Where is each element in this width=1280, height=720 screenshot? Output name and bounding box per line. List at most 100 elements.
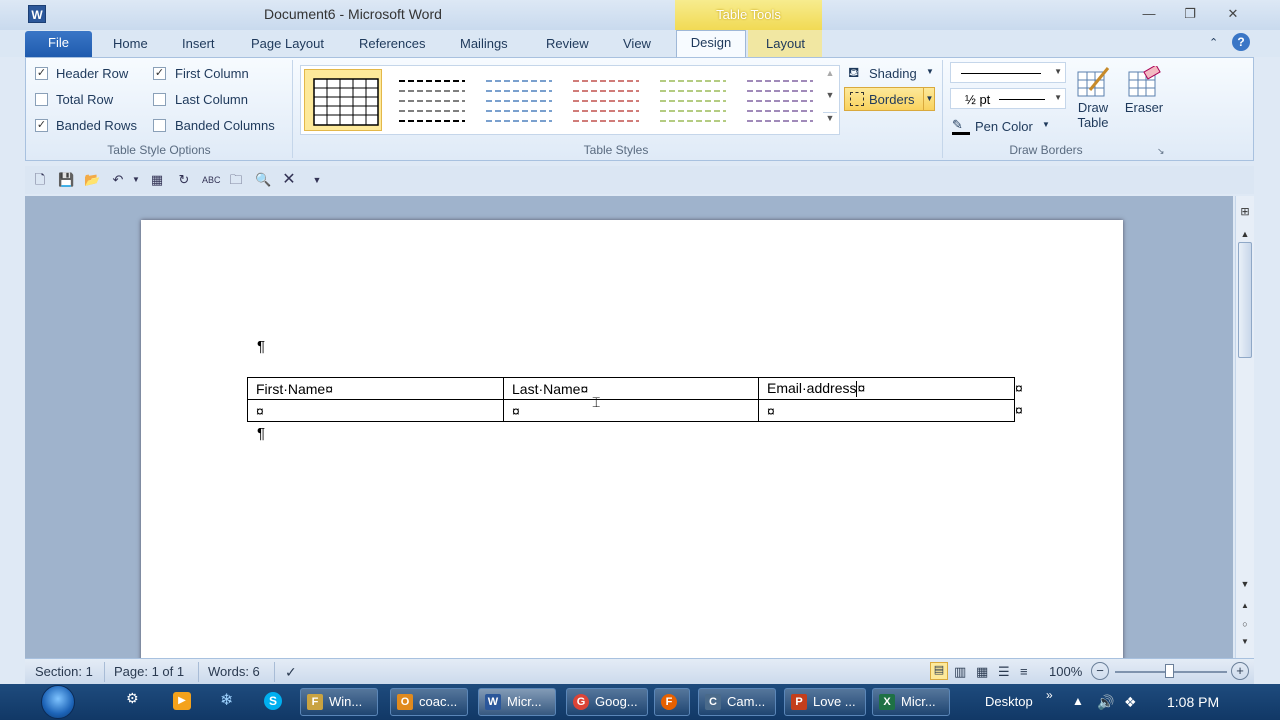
header-row-checkbox[interactable]: ✓	[35, 67, 48, 80]
tab-references[interactable]: References	[359, 35, 425, 57]
scroll-down-icon[interactable]: ▼	[1236, 576, 1254, 592]
zoom-in-icon[interactable]: +	[1231, 662, 1249, 680]
folder-icon[interactable]: 🗀	[228, 172, 244, 188]
taskbar-item-camtasia[interactable]: C Cam...	[698, 688, 776, 716]
last-column-label[interactable]: Last Column	[175, 92, 248, 107]
new-document-icon[interactable]: 🗋	[32, 172, 48, 188]
table-style-purple[interactable]	[739, 69, 817, 131]
borders-button[interactable]: Borders ▼	[844, 87, 935, 111]
table-style-green[interactable]	[652, 69, 730, 131]
taskbar-item-firefox[interactable]: F	[654, 688, 690, 716]
repeat-icon[interactable]: ↻	[176, 172, 192, 188]
gallery-more-icon[interactable]: ▼	[823, 112, 837, 132]
dropdown-arrow-icon[interactable]: ▼	[923, 88, 935, 110]
total-row-label[interactable]: Total Row	[56, 92, 113, 107]
pinned-app-icon[interactable]: ⚙	[126, 690, 146, 712]
tab-layout[interactable]: Layout	[766, 35, 805, 57]
tab-home[interactable]: Home	[113, 35, 148, 57]
gallery-scroll-down-icon[interactable]: ▼	[823, 90, 837, 110]
section-indicator[interactable]: Section: 1	[35, 664, 93, 679]
table-cell[interactable]: ¤	[247, 399, 504, 422]
toolbar-expand-icon[interactable]: »	[1046, 688, 1053, 702]
last-column-checkbox[interactable]	[153, 93, 166, 106]
table-style-grid-selected[interactable]	[304, 69, 382, 131]
document-page[interactable]: ¶ First·Name¤ Last·Name¤ Email·address¤ …	[141, 220, 1123, 658]
print-preview-magnifier-icon[interactable]: 🔍	[255, 172, 271, 188]
open-folder-icon[interactable]: 📂	[84, 172, 100, 188]
word-app-icon[interactable]: W	[28, 5, 46, 23]
taskbar-item-word[interactable]: W Micr...	[478, 688, 556, 716]
tab-file[interactable]: File	[25, 31, 92, 57]
start-button[interactable]	[36, 684, 80, 720]
taskbar-item-powerpoint[interactable]: P Love ...	[784, 688, 866, 716]
table-style-blue[interactable]	[478, 69, 556, 131]
previous-page-icon[interactable]: ▲	[1236, 598, 1254, 614]
banded-columns-checkbox[interactable]	[153, 119, 166, 132]
table-cell[interactable]: Email·address¤	[758, 377, 1015, 400]
taskbar-item-explorer[interactable]: F Win...	[300, 688, 378, 716]
help-icon[interactable]: ?	[1232, 33, 1250, 51]
first-column-checkbox[interactable]: ✓	[153, 67, 166, 80]
line-weight-select[interactable]: ½ pt ▼	[950, 88, 1066, 109]
save-icon[interactable]: 💾	[58, 172, 74, 188]
tab-view[interactable]: View	[623, 35, 651, 57]
proofing-icon[interactable]: ✓	[285, 664, 297, 681]
page-indicator[interactable]: Page: 1 of 1	[114, 664, 184, 679]
dialog-launcher-icon[interactable]: ↘	[1157, 146, 1165, 157]
system-clock[interactable]: 1:08 PM	[1167, 694, 1219, 710]
table-cell[interactable]: Last·Name¤	[503, 377, 759, 400]
zoom-slider-handle[interactable]	[1165, 664, 1174, 678]
document-table[interactable]: First·Name¤ Last·Name¤ Email·address¤ ¤ …	[247, 377, 1015, 422]
tab-review[interactable]: Review	[546, 35, 589, 57]
tray-overflow-icon[interactable]: ▲	[1072, 694, 1084, 708]
web-layout-icon[interactable]: ▦	[976, 664, 988, 680]
banded-rows-checkbox[interactable]: ✓	[35, 119, 48, 132]
desktop-toolbar-label[interactable]: Desktop	[985, 694, 1033, 709]
undo-icon[interactable]: ↶	[110, 172, 126, 188]
minimize-button[interactable]: —	[1138, 5, 1160, 23]
tab-insert[interactable]: Insert	[182, 35, 215, 57]
restore-button[interactable]: ❐	[1179, 5, 1201, 23]
total-row-checkbox[interactable]	[35, 93, 48, 106]
outline-icon[interactable]: ☰	[998, 664, 1010, 680]
vertical-scrollbar[interactable]: ⊞ ▲ ▼ ▲ ○ ▼	[1235, 196, 1254, 658]
media-player-icon[interactable]: ▶	[173, 692, 191, 710]
zoom-level[interactable]: 100%	[1049, 664, 1082, 679]
tab-mailings[interactable]: Mailings	[460, 35, 508, 57]
taskbar-item-outlook[interactable]: Ocoac...	[390, 688, 468, 716]
line-style-select[interactable]: ▼	[950, 62, 1066, 83]
banded-columns-label[interactable]: Banded Columns	[175, 118, 275, 133]
pen-color-button[interactable]: ✎ Pen Color ▼	[952, 117, 1052, 137]
spelling-icon[interactable]: ABC	[202, 172, 221, 188]
tab-page-layout[interactable]: Page Layout	[251, 35, 324, 57]
banded-rows-label[interactable]: Banded Rows	[56, 118, 137, 133]
taskbar-item-excel[interactable]: X Micr...	[872, 688, 950, 716]
minimize-ribbon-icon[interactable]: ⌃	[1209, 34, 1218, 56]
word-count[interactable]: Words: 6	[208, 664, 260, 679]
table-style-plain-black[interactable]	[391, 69, 469, 131]
volume-icon[interactable]: 🔊	[1097, 694, 1114, 711]
skype-icon[interactable]: S	[264, 692, 282, 710]
undo-dropdown-icon[interactable]: ▼	[128, 172, 144, 188]
next-page-icon[interactable]: ▼	[1236, 634, 1254, 650]
gallery-scroll-up-icon[interactable]: ▲	[823, 68, 837, 88]
draw-table-button[interactable]: Draw Table	[1073, 66, 1113, 138]
zoom-out-icon[interactable]: −	[1091, 662, 1109, 680]
snowflake-app-icon[interactable]: ❄	[220, 690, 233, 710]
network-icon[interactable]: ❖	[1124, 694, 1137, 711]
close-button[interactable]: ✕	[1222, 5, 1244, 23]
tab-design[interactable]: Design	[676, 30, 746, 58]
customize-toolbar-icon[interactable]: ▼	[309, 172, 325, 188]
full-screen-reading-icon[interactable]: ▥	[954, 664, 966, 680]
scroll-thumb[interactable]	[1238, 242, 1252, 358]
first-column-label[interactable]: First Column	[175, 66, 249, 81]
header-row-label[interactable]: Header Row	[56, 66, 128, 81]
eraser-button[interactable]: Eraser	[1120, 66, 1168, 126]
shading-button[interactable]: ⛾ Shading ▼	[848, 64, 936, 84]
view-ruler-icon[interactable]: ⊞	[1236, 204, 1254, 220]
table-style-red[interactable]	[565, 69, 643, 131]
browse-object-icon[interactable]: ○	[1236, 616, 1254, 632]
close-document-icon[interactable]: ✕	[281, 172, 297, 188]
draft-icon[interactable]: ≡	[1020, 664, 1028, 679]
table-cell[interactable]: ¤	[503, 399, 759, 422]
